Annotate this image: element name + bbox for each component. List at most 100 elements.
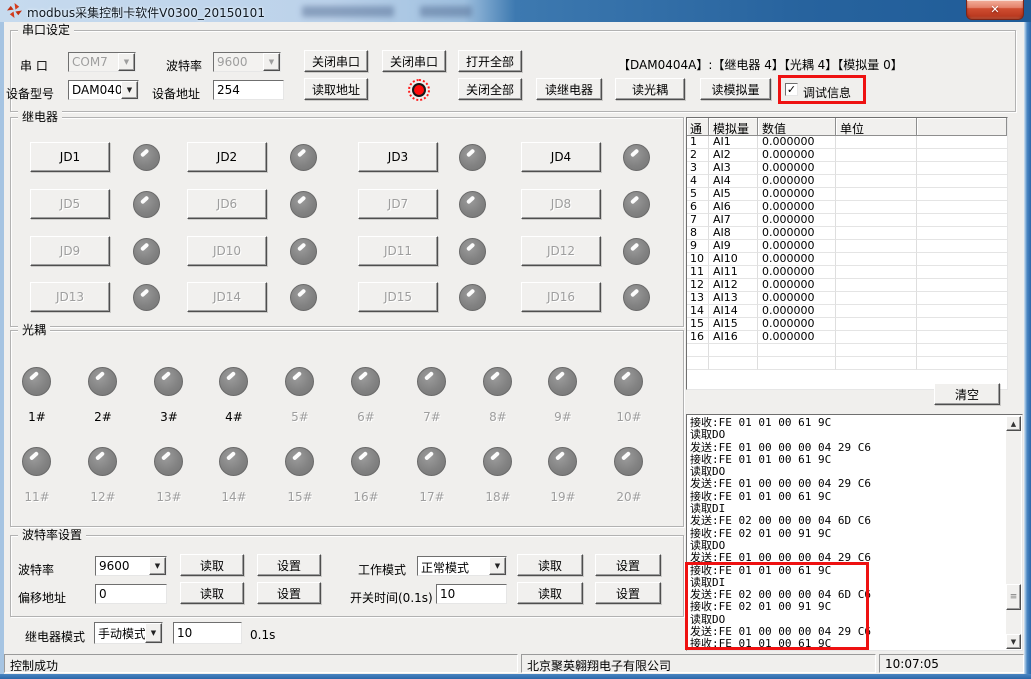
opto-group-title: 光耦 [18,323,50,338]
debug-info-checkbox[interactable]: ✓ [785,83,798,96]
table-row: 6AI60.000000 [687,201,1007,214]
relay-mode-time-input[interactable] [173,622,242,644]
close-serial-button-1[interactable]: 关闭串口 [304,50,368,72]
opto-led-19 [548,447,577,476]
analog-table[interactable]: 通模拟量数值单位1AI10.0000002AI20.0000003AI30.00… [686,117,1008,390]
opto-label-18: 18# [476,490,520,504]
device-addr-label: 设备地址 [152,85,200,102]
table-cell: 0.000000 [758,188,836,201]
offset-addr-input[interactable] [95,584,167,604]
read-relay-button[interactable]: 读继电器 [536,78,602,100]
opto-label-17: 17# [410,490,454,504]
device-addr-input[interactable] [213,80,284,100]
relay-button-jd9: JD9 [30,236,110,266]
relay-led-10 [290,238,317,265]
opto-label-1: 1# [15,410,59,424]
baud2-label: 波特率 [18,561,54,578]
close-button[interactable]: ✕ [966,0,1024,20]
relay-led-11 [459,238,486,265]
relay-button-jd2[interactable]: JD2 [187,142,267,172]
table-cell: AI6 [709,201,758,214]
baud-read-button[interactable]: 读取 [180,554,244,576]
relay-button-jd16: JD16 [521,282,601,312]
open-all-button[interactable]: 打开全部 [458,50,522,72]
table-cell [917,136,1007,149]
status-led-red [408,79,430,101]
opto-led-7 [417,367,446,396]
offset-set-button[interactable]: 设置 [257,582,321,604]
table-row: 9AI90.000000 [687,240,1007,253]
work-mode-select[interactable]: 正常模式 ▼ [417,556,507,576]
relay-button-jd11: JD11 [358,236,438,266]
opto-led-17 [417,447,446,476]
status-company: 北京聚英翱翔电子有限公司 [521,654,876,673]
chevron-down-icon: ▼ [145,623,162,643]
opto-led-20 [614,447,643,476]
relay-button-jd3[interactable]: JD3 [358,142,438,172]
table-cell: 0.000000 [758,266,836,279]
relay-button-jd13: JD13 [30,282,110,312]
table-row: 16AI160.000000 [687,331,1007,344]
work-mode-set-button[interactable]: 设置 [595,554,661,576]
device-model-select[interactable]: DAM0404A ▼ [68,80,139,100]
close-serial-button-2[interactable]: 关闭串口 [382,50,446,72]
table-cell [836,188,917,201]
offset-read-button[interactable]: 读取 [180,582,244,604]
table-cell: AI7 [709,214,758,227]
debug-log[interactable]: 接收:FE 01 01 00 61 9C读取DO发送:FE 01 00 00 0… [686,414,1023,651]
work-mode-value: 正常模式 [418,557,489,575]
opto-led-4 [219,367,248,396]
relay-led-2 [290,144,317,171]
relay-mode-value: 手动模式 [95,623,145,643]
com-port-value: COM7 [69,53,118,71]
port-label: 串 口 [20,57,48,74]
log-scrollbar[interactable]: ▲ ≡ ▼ [1006,416,1021,649]
close-icon: ✕ [990,4,999,15]
baud2-value: 9600 [96,557,149,575]
scrollbar-thumb[interactable]: ≡ [1006,584,1021,610]
relay-led-8 [623,191,650,218]
opto-led-13 [154,447,183,476]
clear-button[interactable]: 清空 [934,383,1000,405]
opto-label-2: 2# [81,410,125,424]
table-cell [836,227,917,240]
table-cell: 2 [687,149,709,162]
baud2-select[interactable]: 9600 ▼ [95,556,167,576]
table-cell [836,318,917,331]
table-cell: AI13 [709,292,758,305]
scroll-down-icon[interactable]: ▼ [1006,634,1021,649]
table-cell [917,318,1007,331]
opto-led-8 [483,367,512,396]
relay-mode-select[interactable]: 手动模式 ▼ [94,622,163,644]
baud-select: 9600 ▼ [213,52,281,72]
table-row: 8AI80.000000 [687,227,1007,240]
opto-label-13: 13# [147,490,191,504]
table-cell: 0.000000 [758,292,836,305]
read-opto-button[interactable]: 读光耦 [615,78,685,100]
switch-time-set-button[interactable]: 设置 [595,582,661,604]
opto-label-12: 12# [81,490,125,504]
opto-led-15 [285,447,314,476]
switch-time-read-button[interactable]: 读取 [517,582,583,604]
baud-set-button[interactable]: 设置 [257,554,321,576]
relay-led-1 [133,144,160,171]
table-cell: AI8 [709,227,758,240]
table-header-4: 单位 [836,118,917,136]
work-mode-read-button[interactable]: 读取 [517,554,583,576]
device-model-label: 设备型号 [6,85,54,102]
read-analog-button[interactable]: 读模拟量 [700,78,771,100]
serial-group-title: 串口设定 [18,23,74,38]
table-header-3: 数值 [758,118,836,136]
table-cell [836,214,917,227]
baud-settings-group: 波特率设置 [10,535,684,617]
close-all-button[interactable]: 关闭全部 [458,78,522,100]
relay-button-jd4[interactable]: JD4 [521,142,601,172]
log-line: 接收:FE 01 01 00 61 9C [690,491,1005,503]
table-cell: 0.000000 [758,149,836,162]
chevron-down-icon: ▼ [118,53,135,71]
read-addr-button[interactable]: 读取地址 [304,78,368,100]
table-cell [836,344,917,357]
switch-time-input[interactable] [436,584,507,604]
scroll-up-icon[interactable]: ▲ [1006,416,1021,431]
relay-button-jd1[interactable]: JD1 [30,142,110,172]
